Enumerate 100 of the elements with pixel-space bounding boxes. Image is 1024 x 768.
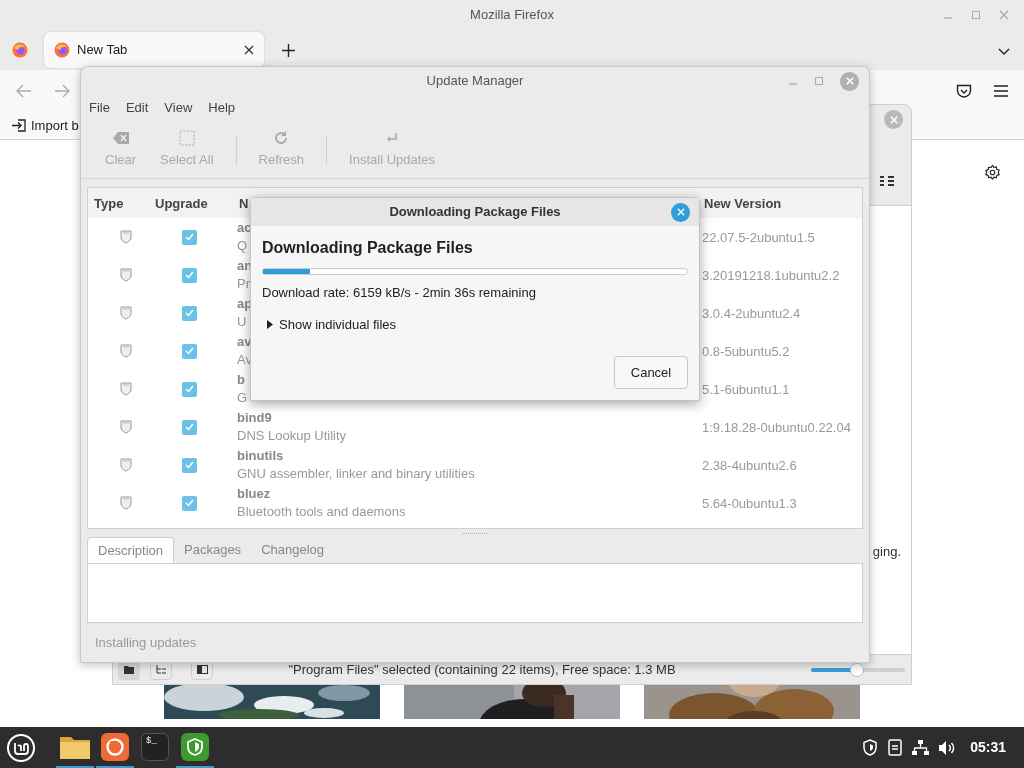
package-name: b	[237, 371, 245, 389]
package-description: GNU assembler, linker and binary utilities	[237, 465, 475, 483]
select-all-icon	[178, 129, 195, 146]
checkbox[interactable]	[182, 381, 197, 397]
column-header[interactable]: N	[239, 196, 249, 211]
close-button[interactable]	[884, 110, 903, 129]
tab-title: New Tab	[77, 41, 129, 60]
tab[interactable]: Description	[87, 537, 175, 563]
package-description: Bluetooth tools and daemons	[237, 503, 406, 521]
menu-item[interactable]: Edit	[125, 98, 149, 118]
window-title: Mozilla Firefox	[470, 6, 554, 25]
package-description: DNS Lookup Utility	[237, 427, 347, 445]
package-name: bind9	[237, 409, 272, 427]
column-header[interactable]: Type	[94, 196, 124, 211]
settings-icon[interactable]	[984, 164, 1001, 181]
check-icon	[185, 233, 194, 241]
checkbox[interactable]	[182, 343, 197, 359]
close-button[interactable]	[840, 71, 859, 91]
new-tab-icon[interactable]	[282, 44, 295, 57]
check-icon	[185, 385, 194, 393]
version-text: 0.8-5ubuntu5.2	[702, 344, 790, 359]
grid-view-icon[interactable]	[880, 175, 894, 187]
import-icon	[12, 119, 26, 132]
menu-item[interactable]: File	[89, 98, 110, 118]
column-header[interactable]: New Version	[704, 196, 782, 211]
package-icon	[120, 344, 132, 358]
close-icon	[889, 115, 898, 124]
package-icon	[120, 458, 132, 472]
version-text: 2.38-4ubuntu2.6	[702, 458, 797, 473]
version-text: 3.0.4-2ubuntu2.4	[702, 306, 801, 321]
return-icon	[386, 131, 399, 144]
check-icon	[185, 499, 194, 507]
dialog-title: Downloading Package Files	[389, 203, 561, 222]
checkbox[interactable]	[182, 305, 197, 321]
package-name: binutils	[237, 447, 284, 465]
maximize-icon[interactable]	[814, 76, 824, 86]
version-text: 5.1-6ubuntu1.1	[702, 382, 790, 397]
backspace-icon	[112, 131, 129, 144]
chevron-down-icon[interactable]	[998, 48, 1010, 56]
check-icon	[185, 271, 194, 279]
menu-icon[interactable]	[994, 85, 1008, 97]
checkbox[interactable]	[182, 457, 197, 473]
package-icon	[120, 420, 132, 434]
close-icon	[845, 77, 854, 85]
checkbox[interactable]	[182, 229, 197, 245]
checkbox[interactable]	[182, 495, 197, 511]
firefox-icon	[12, 42, 28, 58]
close-button[interactable]	[671, 202, 690, 222]
version-text: 1:9.18.28-0ubuntu0.22.04	[702, 420, 851, 435]
menu-item[interactable]: Help	[208, 98, 236, 118]
maximize-icon[interactable]	[971, 10, 981, 20]
package-name: ac	[237, 219, 252, 237]
clock[interactable]: 05:31	[970, 737, 1006, 758]
download-rate-text: Download rate: 6159 kB/s - 2min 36s remaining	[262, 284, 537, 302]
check-icon	[185, 309, 194, 317]
status-text: Installing updates	[95, 633, 197, 652]
expander[interactable]: Show individual files	[267, 314, 688, 334]
tree-icon	[156, 665, 166, 674]
package-icon	[120, 306, 132, 320]
close-icon	[676, 208, 685, 216]
menu-button-icon[interactable]	[6, 732, 36, 763]
shield-icon[interactable]	[862, 739, 879, 756]
cancel-button[interactable]: Cancel	[614, 356, 688, 389]
close-icon[interactable]	[999, 10, 1009, 20]
network-icon[interactable]	[912, 739, 930, 756]
shield-icon	[187, 737, 203, 756]
browser-tab[interactable]: New Tab	[44, 32, 264, 68]
text-fragment: ging.	[872, 543, 901, 561]
folder-icon	[124, 665, 134, 674]
refresh-icon	[273, 129, 290, 146]
bookmark[interactable]: Import b	[12, 115, 79, 136]
column-header[interactable]: Upgrade	[155, 196, 208, 211]
volume-icon[interactable]	[939, 740, 957, 755]
forward-icon[interactable]	[54, 84, 70, 98]
sidebar-icon	[196, 665, 208, 674]
package-description: G	[237, 389, 248, 407]
version-text: 3.20191218.1ubuntu2.2	[702, 268, 840, 283]
triangle-icon	[267, 319, 273, 329]
close-tab-icon[interactable]	[244, 45, 254, 55]
firefox-icon	[54, 42, 70, 58]
menu-item[interactable]: View	[164, 98, 193, 118]
check-icon	[185, 461, 194, 469]
check-icon	[185, 423, 194, 431]
version-text: 22.07.5-2ubuntu1.5	[702, 230, 815, 245]
version-text: 5.64-0ubuntu1.3	[702, 496, 797, 511]
package-description: Q	[237, 237, 248, 255]
pocket-icon[interactable]	[956, 83, 972, 99]
notes-icon[interactable]	[888, 739, 903, 756]
package-description: Pr	[237, 275, 250, 293]
package-icon	[120, 268, 132, 282]
package-icon	[120, 496, 132, 510]
dialog-heading: Downloading Package Files	[262, 238, 474, 258]
taskbar-launcher[interactable]: $_	[136, 727, 174, 768]
checkbox[interactable]	[182, 267, 197, 283]
package-name: bluez	[237, 485, 271, 503]
package-description: U	[237, 313, 247, 331]
back-icon[interactable]	[16, 84, 32, 98]
window-title: Update Manager	[426, 72, 524, 91]
check-icon	[185, 347, 194, 355]
checkbox[interactable]	[182, 419, 197, 435]
